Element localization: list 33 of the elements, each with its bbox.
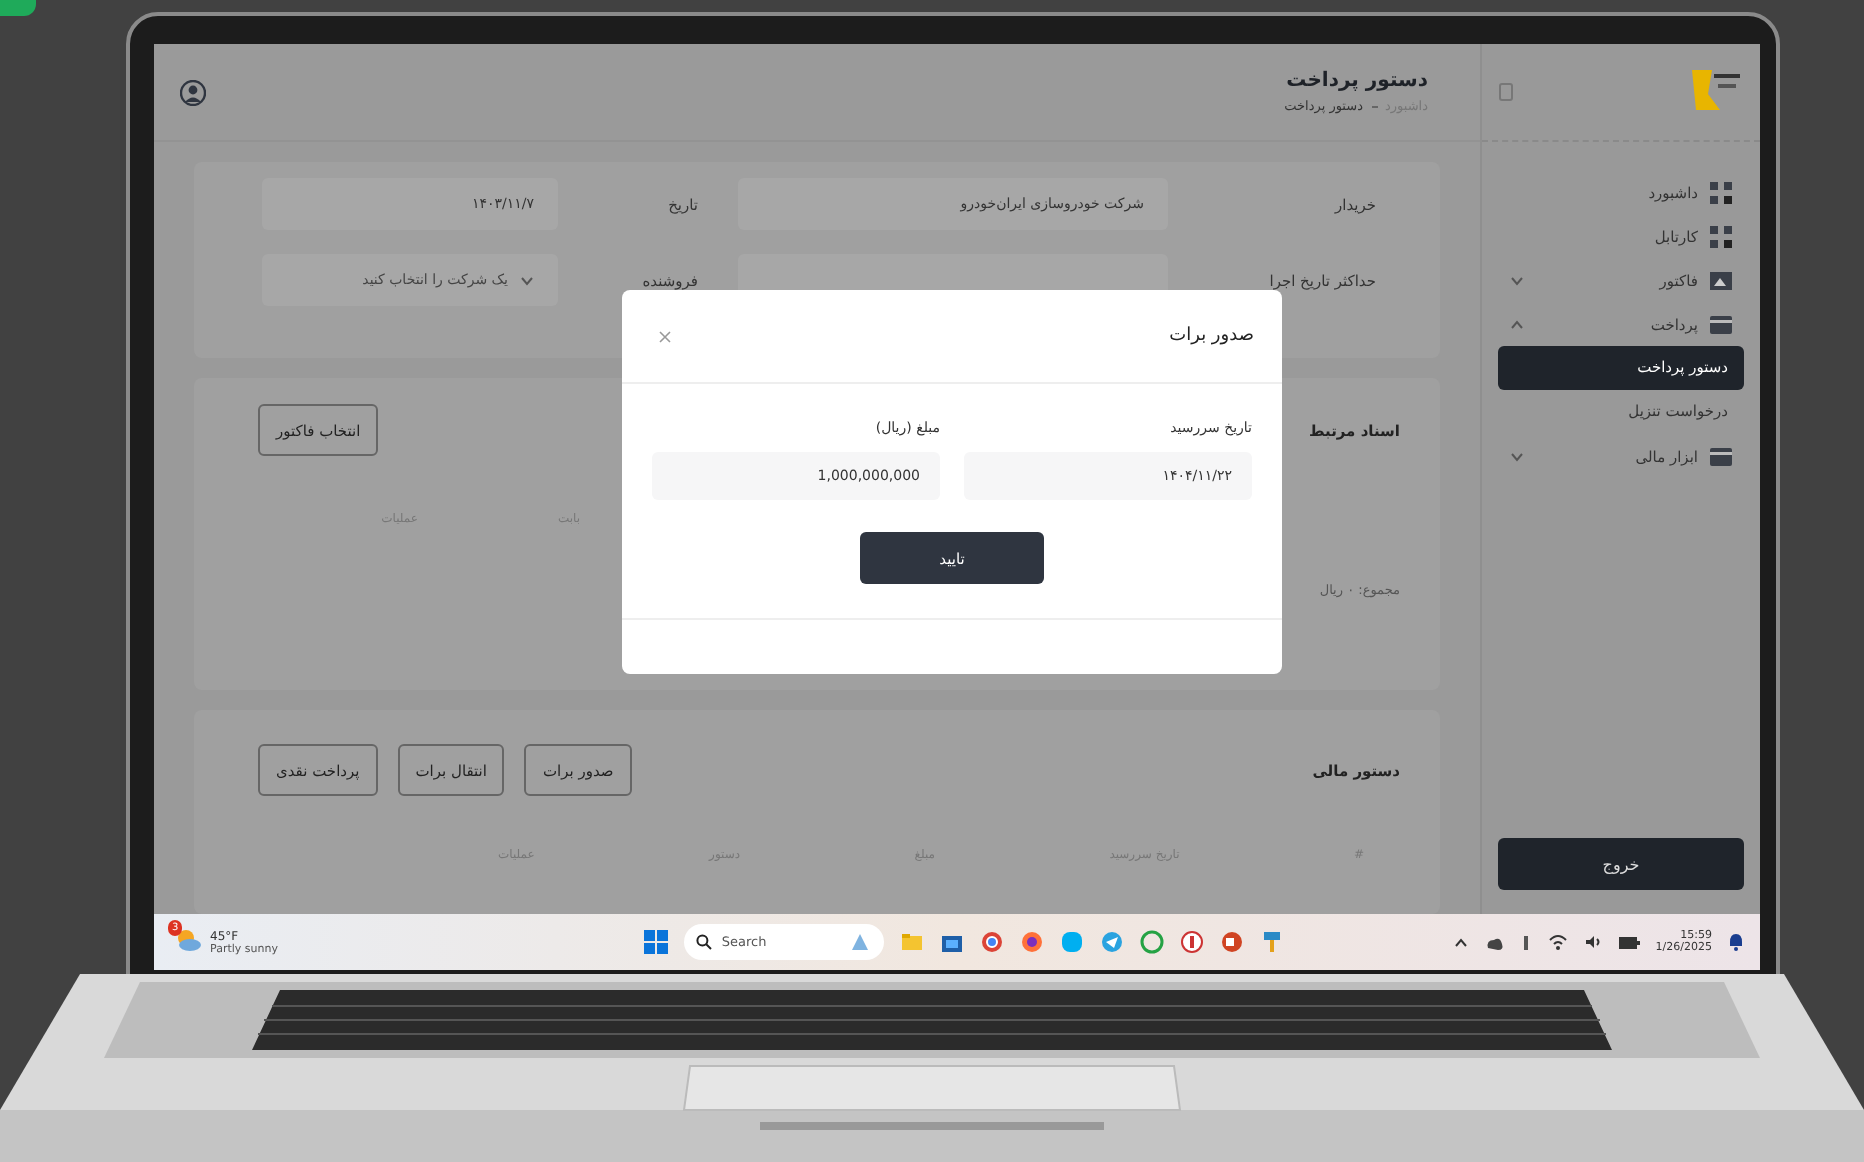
speaker-icon <box>1583 934 1602 950</box>
grid-icon <box>1710 225 1732 247</box>
browser-icon <box>1019 930 1044 954</box>
corner-ribbon-icon <box>0 0 36 16</box>
grid-icon <box>1710 181 1732 203</box>
logout-button[interactable]: خروج <box>1498 838 1744 890</box>
windows-start-icon <box>643 930 668 954</box>
dialog-title: صدور برات <box>1169 326 1254 346</box>
browser-icon <box>979 930 1004 954</box>
chevron-down-icon <box>1510 275 1524 285</box>
pin-icon <box>1259 930 1284 954</box>
card-icon <box>1710 313 1732 335</box>
image-icon <box>1710 269 1732 291</box>
card-icon <box>1710 445 1732 467</box>
phone-chat-icon <box>1139 930 1164 954</box>
bell-icon <box>1727 932 1744 952</box>
close-icon <box>658 329 672 343</box>
battery-icon <box>1617 935 1640 949</box>
paper-plane-icon <box>1099 930 1124 954</box>
page-title: دستور پرداخت <box>1284 70 1428 92</box>
search-icon <box>695 934 712 950</box>
chevron-up-icon <box>1510 319 1524 329</box>
collapse-icon <box>1498 82 1514 102</box>
chevron-down-icon <box>520 275 534 285</box>
weather-icon <box>174 928 202 952</box>
folder-icon <box>899 930 924 954</box>
chevron-up-icon <box>1453 937 1468 947</box>
user-avatar-icon <box>180 79 206 105</box>
ring-icon <box>1179 930 1204 954</box>
chevron-down-icon <box>1510 451 1524 461</box>
wifi-icon <box>1547 934 1568 950</box>
slides-icon <box>1219 930 1244 954</box>
store-icon <box>939 930 964 954</box>
